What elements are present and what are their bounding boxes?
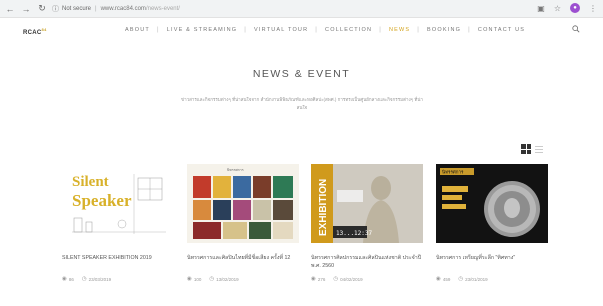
clock-icon: ◷ [209, 276, 215, 282]
menu-item-booking[interactable]: BOOKING [420, 27, 468, 33]
thumb-text-exhibition: นิทรรศการ [227, 168, 244, 172]
news-card[interactable]: นิทรรศการ นิทรรศการ เหรียญที่ระลึก "ทิศท… [436, 164, 548, 282]
browser-toolbar: ← → ↻ ⓘ Not secure | www.rcac84.com /new… [0, 0, 603, 18]
site-header: RCAC84 ABOUT | LIVE & STREAMING | VIRTUA… [0, 19, 603, 43]
menu-item-virtual-tour[interactable]: VIRTUAL TOUR [247, 27, 315, 33]
news-meta: ◉ 459 ◷ 23/01/2019 [436, 276, 548, 282]
info-icon[interactable]: ⓘ [52, 4, 59, 14]
news-meta: ◉ 276 ◷ 04/02/2019 [311, 276, 423, 282]
menu-item-about[interactable]: ABOUT [118, 27, 157, 33]
post-date: 04/02/2019 [340, 276, 363, 282]
news-meta: ◉ 86 ◷ 23/03/2019 [62, 276, 174, 282]
url-host: www.rcac84.com [100, 6, 146, 12]
list-view-icon[interactable] [535, 145, 543, 153]
view-toggle [520, 143, 543, 155]
clock-icon: ◷ [333, 276, 339, 282]
news-title[interactable]: นิทรรศการ เหรียญที่ระลึก "ทิศทาง" [436, 254, 548, 272]
extension-icon[interactable]: ▣ [537, 4, 545, 13]
main-menu: ABOUT | LIVE & STREAMING | VIRTUAL TOUR … [118, 27, 532, 33]
news-thumbnail[interactable]: นิทรรศการ [436, 164, 548, 243]
security-label: Not secure [62, 6, 92, 12]
more-menu-icon[interactable]: ⋮ [589, 4, 597, 13]
news-thumbnail[interactable]: EXHIBITION 13...12:37 [311, 164, 423, 243]
url-path: /news-event/ [145, 6, 180, 12]
news-title[interactable]: นิทรรศการและศิลปินไทยที่มีชื่อเสียง ครั้… [187, 254, 299, 272]
forward-icon[interactable]: → [20, 3, 32, 15]
news-card[interactable]: นิทรรศการ นิทรรศการและศิลปินไทยที่มีชื่อ… [187, 164, 299, 282]
site-logo[interactable]: RCAC84 [23, 27, 47, 36]
address-separator: | [95, 6, 97, 12]
menu-item-news[interactable]: NEWS [382, 27, 417, 33]
menu-item-contact-us[interactable]: CONTACT US [471, 27, 532, 33]
news-card[interactable]: EXHIBITION 13...12:37 นิทรรศการศิลปกรรมแ… [311, 164, 423, 282]
post-date: 13/02/2019 [216, 276, 239, 282]
view-count: 100 [193, 276, 202, 282]
thumb-text-silent: Silent [72, 174, 109, 190]
news-card[interactable]: Silent Speaker SILENT SPEAKER EXHIBITION… [62, 164, 174, 282]
view-count: 276 [317, 276, 326, 282]
menu-item-live-streaming[interactable]: LIVE & STREAMING [160, 27, 245, 33]
reload-icon[interactable]: ↻ [36, 3, 48, 15]
logo-superscript: 84 [41, 27, 47, 32]
page-intro: ข่าวสารและกิจกรรมต่างๆ ที่น่าสนใจจาก สำน… [181, 97, 423, 110]
thumb-text-exhibition: นิทรรศการ [442, 170, 464, 176]
profile-avatar[interactable]: ● [570, 3, 580, 13]
news-title[interactable]: นิทรรศการศิลปกรรมและศิลปินแห่งชาติ ประจำ… [311, 254, 423, 272]
thumb-text-speaker: Speaker [72, 191, 132, 210]
view-count: 459 [442, 276, 451, 282]
eye-icon: ◉ [62, 276, 67, 282]
news-thumbnail[interactable]: นิทรรศการ [187, 164, 299, 243]
address-bar[interactable]: ⓘ Not secure | www.rcac84.com /news-even… [52, 3, 532, 15]
page-title: NEWS & EVENT [252, 68, 351, 80]
eye-icon: ◉ [311, 276, 316, 282]
search-icon[interactable] [572, 25, 580, 33]
post-date: 23/01/2019 [465, 276, 488, 282]
news-thumbnail[interactable]: Silent Speaker [62, 164, 174, 243]
news-meta: ◉ 100 ◷ 13/02/2019 [187, 276, 299, 282]
thumb-text-exhibition: EXHIBITION [318, 179, 329, 236]
eye-icon: ◉ [436, 276, 441, 282]
thumb-text-date: 13...12:37 [336, 230, 373, 237]
view-count: 86 [68, 276, 74, 282]
back-icon[interactable]: ← [4, 3, 16, 15]
clock-icon: ◷ [81, 276, 87, 282]
logo-text: RCAC [23, 30, 42, 36]
grid-view-icon[interactable] [520, 143, 532, 155]
clock-icon: ◷ [458, 276, 464, 282]
bookmark-star-icon[interactable]: ☆ [554, 4, 561, 13]
news-title[interactable]: SILENT SPEAKER EXHIBITION 2019 [62, 254, 174, 272]
eye-icon: ◉ [187, 276, 192, 282]
post-date: 23/03/2019 [88, 276, 112, 282]
menu-item-collection[interactable]: COLLECTION [318, 27, 379, 33]
